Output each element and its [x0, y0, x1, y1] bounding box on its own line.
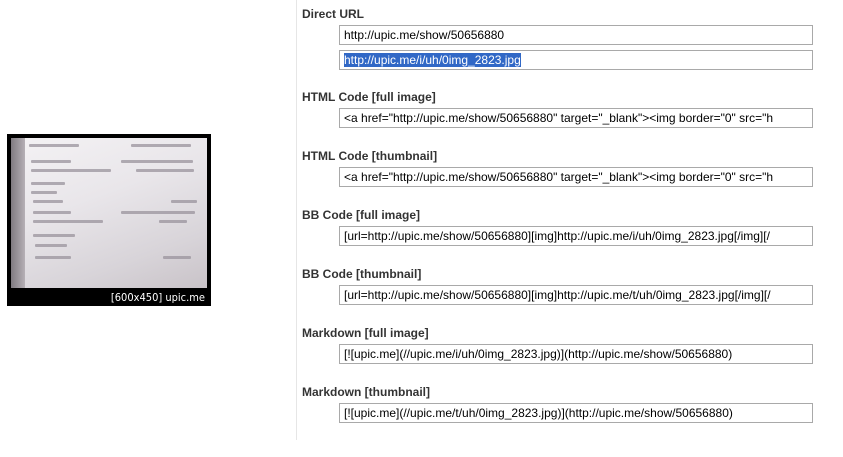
html-full-label: HTML Code [full image]	[302, 90, 436, 104]
bb-thumb-value: [url=http://upic.me/show/50656880][img]h…	[344, 288, 771, 302]
bb-thumb-field[interactable]: [url=http://upic.me/show/50656880][img]h…	[339, 285, 813, 305]
column-divider	[296, 0, 297, 440]
bb-full-field[interactable]: [url=http://upic.me/show/50656880][img]h…	[339, 226, 813, 246]
direct-url-show-value: http://upic.me/show/50656880	[344, 28, 505, 42]
bb-thumb-label: BB Code [thumbnail]	[302, 267, 422, 281]
direct-url-image-value: http://upic.me/i/uh/0img_2823.jpg	[344, 53, 521, 67]
html-thumb-value: <a href="http://upic.me/show/50656880" t…	[344, 170, 774, 184]
direct-url-section: Direct URL	[302, 7, 364, 21]
md-thumb-section: Markdown [thumbnail]	[302, 385, 430, 399]
receipt-photo	[11, 138, 207, 288]
bb-full-label: BB Code [full image]	[302, 208, 421, 222]
bb-thumb-section: BB Code [thumbnail]	[302, 267, 421, 281]
bb-full-value: [url=http://upic.me/show/50656880][img]h…	[344, 229, 770, 243]
html-full-value: <a href="http://upic.me/show/50656880" t…	[344, 111, 774, 125]
html-thumb-label: HTML Code [thumbnail]	[302, 149, 438, 163]
image-thumbnail[interactable]: [600x450] upic.me	[7, 134, 211, 306]
upload-result-page: [600x450] upic.me Direct URL http://upic…	[0, 0, 843, 457]
thumbnail-caption: [600x450] upic.me	[110, 291, 205, 304]
md-full-field[interactable]: [![upic.me](//upic.me/i/uh/0img_2823.jpg…	[339, 344, 813, 364]
html-thumb-field[interactable]: <a href="http://upic.me/show/50656880" t…	[339, 167, 813, 187]
md-full-section: Markdown [full image]	[302, 326, 429, 340]
md-thumb-value: [![upic.me](//upic.me/t/uh/0img_2823.jpg…	[344, 406, 733, 420]
html-full-section: HTML Code [full image]	[302, 90, 436, 104]
direct-url-show-field[interactable]: http://upic.me/show/50656880	[339, 25, 813, 45]
md-thumb-field[interactable]: [![upic.me](//upic.me/t/uh/0img_2823.jpg…	[339, 403, 813, 423]
md-full-value: [![upic.me](//upic.me/i/uh/0img_2823.jpg…	[344, 347, 733, 361]
direct-url-label: Direct URL	[302, 7, 365, 21]
md-thumb-label: Markdown [thumbnail]	[302, 385, 430, 399]
direct-url-image-field[interactable]: http://upic.me/i/uh/0img_2823.jpg	[339, 50, 813, 70]
md-full-label: Markdown [full image]	[302, 326, 429, 340]
bb-full-section: BB Code [full image]	[302, 208, 420, 222]
html-thumb-section: HTML Code [thumbnail]	[302, 149, 437, 163]
html-full-field[interactable]: <a href="http://upic.me/show/50656880" t…	[339, 108, 813, 128]
